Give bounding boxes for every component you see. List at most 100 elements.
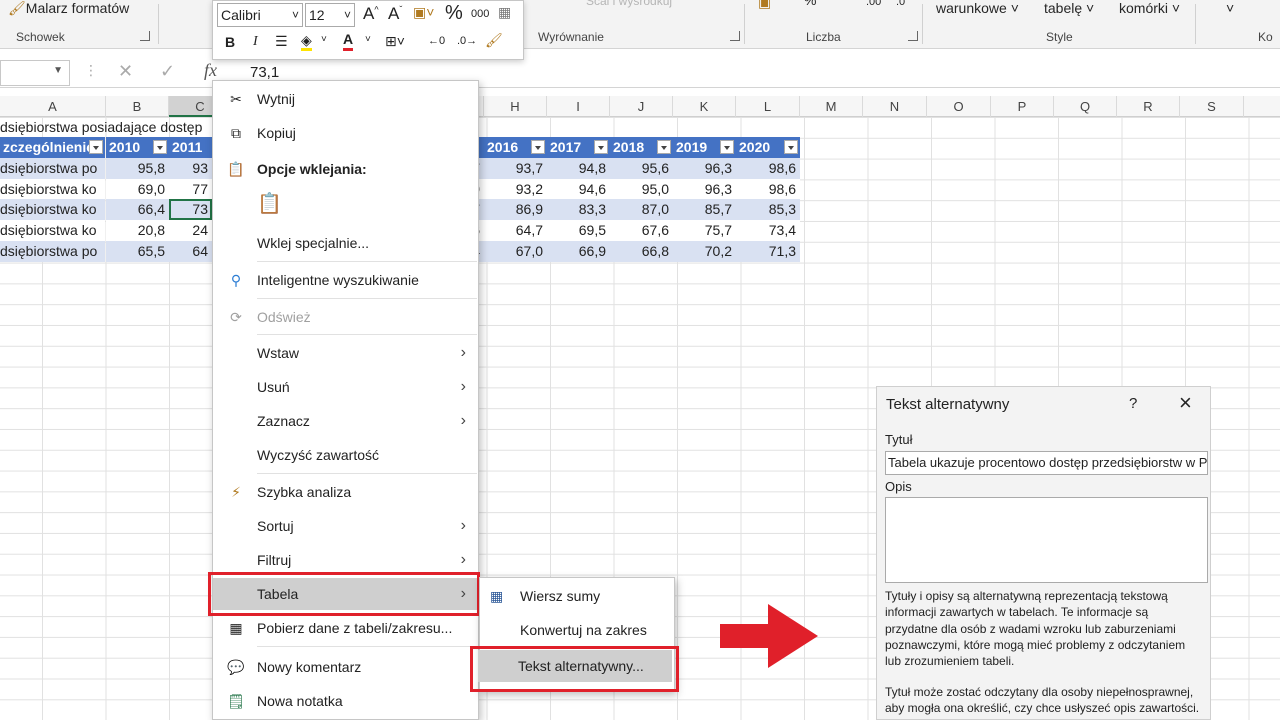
enter-icon[interactable]: ✓ [160, 61, 175, 82]
conditional-formatting-button[interactable]: warunkowe ˅ [936, 0, 1019, 16]
table-cell[interactable]: 85,3 [736, 199, 800, 221]
cell-styles-button[interactable]: komórki ˅ [1119, 0, 1180, 16]
menu-item-new-comment[interactable]: 💬 Nowy komentarz [213, 651, 478, 683]
table-cell[interactable]: 73,4 [736, 220, 800, 242]
column-header-s[interactable]: S [1180, 96, 1244, 117]
title-input[interactable]: Tabela ukazuje procentowo dostęp przedsi… [885, 451, 1208, 475]
column-header-p[interactable]: P [991, 96, 1054, 117]
table-cell[interactable]: 95,6 [610, 157, 673, 179]
format-table-icon[interactable]: ▦ [498, 4, 511, 21]
help-icon[interactable]: ? [1129, 395, 1137, 412]
table-cell[interactable]: 98,6 [736, 178, 800, 200]
table-cell[interactable]: 64 [169, 241, 212, 262]
clipboard-launcher-icon[interactable] [140, 31, 150, 41]
table-row-label[interactable]: dsiębiorstwa ko [0, 199, 105, 221]
table-cell[interactable]: 95,8 [106, 157, 169, 179]
table-cell[interactable]: 93,7 [484, 157, 547, 179]
bold-icon[interactable]: B [225, 34, 235, 50]
fill-color-icon[interactable]: ◈ [301, 32, 312, 51]
table-cell[interactable]: 69,0 [106, 178, 169, 200]
table-cell[interactable]: 77 [169, 178, 212, 200]
menu-item-sort[interactable]: Sortuj › [213, 510, 478, 542]
table-cell[interactable]: 73 [169, 199, 212, 221]
table-cell[interactable]: 93,2 [484, 178, 547, 200]
table-cell[interactable]: 93 [169, 157, 212, 179]
column-header-l[interactable]: L [736, 96, 800, 117]
description-textarea[interactable] [885, 497, 1208, 583]
decrease-decimal-icon[interactable]: .0→ [457, 35, 477, 47]
chevron-down-icon[interactable]: ˅ [365, 34, 371, 45]
column-header-j[interactable]: J [610, 96, 673, 117]
decrease-font-icon[interactable]: Aˇ [388, 4, 402, 24]
menu-item-select[interactable]: Zaznacz › [213, 405, 478, 437]
table-cell[interactable]: 66,4 [106, 199, 169, 221]
close-icon[interactable]: × [1179, 390, 1192, 416]
filter-dropdown-icon[interactable] [531, 140, 545, 154]
filter-dropdown-icon[interactable] [594, 140, 608, 154]
table-cell[interactable]: 24 [169, 220, 212, 242]
menu-item-cut[interactable]: ✂ Wytnij [213, 83, 478, 115]
column-header-h[interactable]: H [484, 96, 547, 117]
table-row-label[interactable]: dsiębiorstwa ko [0, 178, 105, 200]
table-row-label[interactable]: dsiębiorstwa po [0, 241, 105, 262]
table-cell[interactable]: 96,3 [673, 178, 736, 200]
column-header-m[interactable]: M [800, 96, 863, 117]
format-painter-button[interactable]: 🖌Malarz formatów [8, 0, 129, 17]
column-header-q[interactable]: Q [1054, 96, 1117, 117]
percent-icon[interactable]: % [445, 2, 463, 25]
table-header-cell[interactable]: 2019 [673, 137, 736, 158]
menu-item-total-row[interactable]: ▦ Wiersz sumy [480, 580, 674, 612]
paste-icon[interactable]: 📋 [257, 191, 282, 219]
table-cell[interactable]: 87,0 [610, 199, 673, 221]
table-cell[interactable]: 98,6 [736, 157, 800, 179]
table-cell[interactable]: 96,3 [673, 157, 736, 179]
table-cell[interactable]: 70,2 [673, 241, 736, 262]
decimal2-ribbon-icon[interactable]: .0 [896, 0, 905, 8]
table-header-cell[interactable]: 2010 [106, 137, 169, 158]
menu-item-insert[interactable]: Wstaw › [213, 337, 478, 369]
menu-item-get-data[interactable]: ▦ Pobierz dane z tabeli/zakresu... [213, 612, 478, 644]
align-center-icon[interactable]: ☰ [275, 33, 288, 50]
table-row-label[interactable]: dsiębiorstwa po [0, 157, 105, 179]
number-launcher-icon[interactable] [908, 31, 918, 41]
table-cell[interactable]: 94,6 [547, 178, 610, 200]
filter-dropdown-icon[interactable] [89, 140, 103, 154]
formula-input[interactable]: 73,1 [250, 64, 279, 81]
menu-item-clear[interactable]: Wyczyść zawartość [213, 439, 478, 471]
table-cell[interactable]: 66,8 [610, 241, 673, 262]
table-cell[interactable]: 85,7 [673, 199, 736, 221]
menu-item-copy[interactable]: ⧉ Kopiuj [213, 117, 478, 149]
chevron-down-icon[interactable]: ▼ [53, 65, 63, 76]
filter-dropdown-icon[interactable] [153, 140, 167, 154]
thousands-icon[interactable]: 000 [471, 8, 489, 20]
table-header-cell[interactable]: 2016 [484, 137, 547, 158]
cells-dropdown-icon[interactable]: ˅ [1226, 0, 1234, 16]
currency-icon[interactable]: ▣ [758, 0, 771, 11]
column-header-k[interactable]: K [673, 96, 736, 117]
table-header-cell[interactable]: 2018 [610, 137, 673, 158]
menu-item-quick-analysis[interactable]: ⚡ Szybka analiza [213, 476, 478, 508]
font-size-select[interactable]: 12 ˅ [305, 3, 355, 27]
table-header-cell[interactable]: 2017 [547, 137, 610, 158]
table-header-cell[interactable]: zczególnienie [0, 137, 105, 158]
table-cell[interactable]: 95,0 [610, 178, 673, 200]
table-header-cell[interactable]: 2011 [169, 137, 212, 158]
italic-icon[interactable]: I [253, 34, 258, 50]
function-icon[interactable]: fx [204, 60, 217, 81]
table-cell[interactable]: 71,3 [736, 241, 800, 262]
table-header-cell[interactable]: 2020 [736, 137, 800, 158]
table-cell[interactable]: 20,8 [106, 220, 169, 242]
table-cell[interactable]: 83,3 [547, 199, 610, 221]
increase-font-icon[interactable]: A^ [363, 4, 379, 24]
chevron-down-icon[interactable]: ˅ [321, 34, 327, 45]
menu-item-delete[interactable]: Usuń › [213, 371, 478, 403]
menu-item-smart-lookup[interactable]: ⚲ Inteligentne wyszukiwanie [213, 264, 478, 296]
name-box[interactable]: ▼ [0, 60, 70, 86]
format-painter-icon[interactable]: 🖌 [485, 32, 503, 49]
filter-dropdown-icon[interactable] [720, 140, 734, 154]
table-cell[interactable]: 65,5 [106, 241, 169, 262]
table-cell[interactable]: 67,6 [610, 220, 673, 242]
table-cell[interactable]: 94,8 [547, 157, 610, 179]
increase-decimal-icon[interactable]: ←0 [428, 35, 445, 47]
alignment-launcher-icon[interactable] [730, 31, 740, 41]
